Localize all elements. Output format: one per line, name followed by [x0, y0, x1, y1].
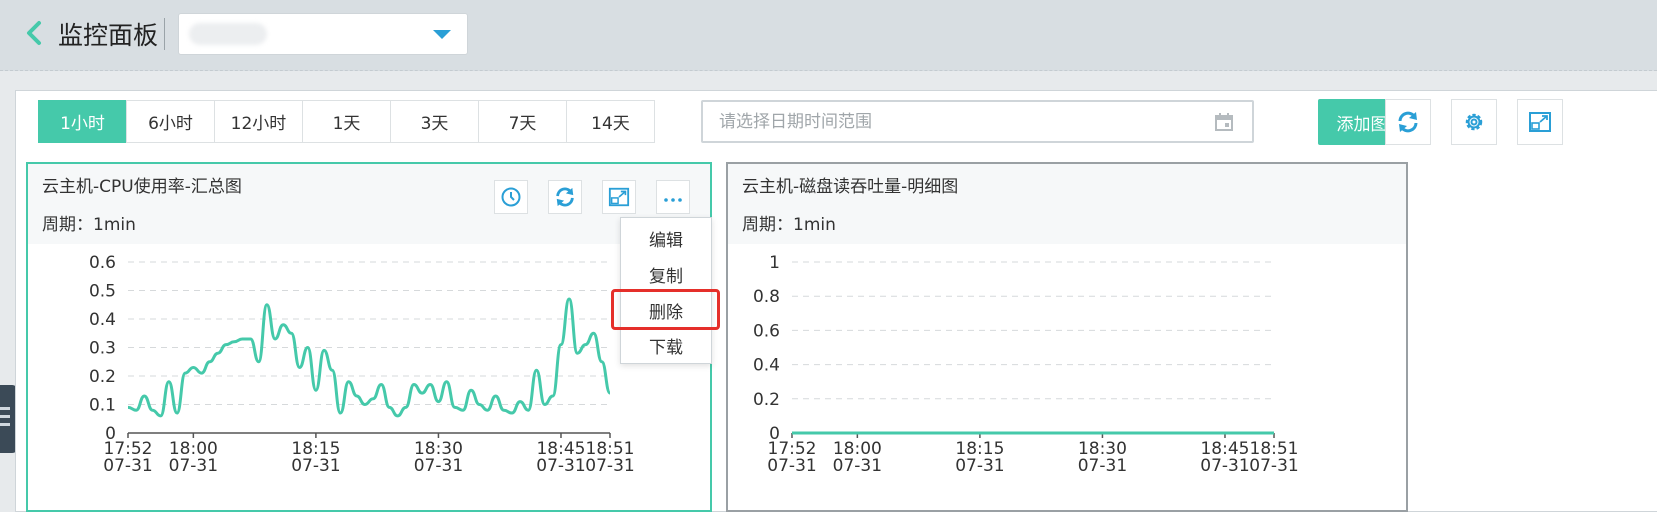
range-12h[interactable]: 12小时 — [214, 100, 303, 143]
y-tick-label: 0.6 — [89, 253, 116, 273]
settings-button[interactable] — [1451, 99, 1497, 145]
time-range-tabs: 1小时 6小时 12小时 1天 3天 7天 14天 — [38, 100, 655, 143]
cpu-usage-chart: 00.10.20.30.40.50.617:5207-3118:0007-311… — [89, 253, 635, 476]
range-14d[interactable]: 14天 — [566, 100, 655, 143]
x-tick-label-date: 07-31 — [169, 456, 218, 476]
range-1d[interactable]: 1天 — [302, 100, 391, 143]
menu-item-copy[interactable]: 复制 — [621, 256, 711, 292]
chart-card-cpu: 云主机-CPU使用率-汇总图 周期：1min 0 0.1 0.2 0.3 0.4… — [26, 162, 712, 512]
x-tick-label-date: 07-31 — [767, 456, 816, 476]
x-tick-label-date: 07-31 — [585, 456, 634, 476]
card-time-button[interactable] — [494, 180, 528, 214]
chevron-down-icon — [433, 30, 451, 39]
gear-icon — [1465, 113, 1483, 131]
more-dots-icon — [664, 198, 682, 202]
clock-icon — [501, 187, 521, 207]
chart-card-disk-read: 云主机-磁盘读吞吐量-明细图 周期：1min 0 0.2 0.4 0.6 0.8 1 17:… — [726, 162, 1408, 512]
date-range-input[interactable] — [717, 110, 1201, 134]
back-arrow-icon[interactable] — [22, 18, 46, 48]
range-3d[interactable]: 3天 — [390, 100, 479, 143]
title-divider — [164, 18, 165, 50]
top-bar: 监控面板 — [0, 0, 1657, 71]
date-range-picker[interactable] — [701, 100, 1254, 143]
series-line — [127, 297, 612, 418]
y-tick-label: 1 — [769, 253, 780, 273]
refresh-all-button[interactable] — [1385, 99, 1431, 145]
disk-read-throughput-chart: 00.20.40.60.8117:5207-3118:0007-3118:150… — [753, 253, 1299, 476]
expand-icon — [1529, 112, 1551, 132]
y-tick-label: 0.8 — [753, 287, 780, 307]
menu-item-edit[interactable]: 编辑 — [621, 220, 711, 256]
refresh-icon — [556, 187, 574, 207]
card-header: 云主机-磁盘读吞吐量-明细图 周期：1min — [728, 164, 1406, 244]
resource-select[interactable] — [178, 13, 468, 55]
range-1h[interactable]: 1小时 — [38, 100, 127, 143]
x-tick-label-date: 07-31 — [291, 456, 340, 476]
x-tick-label-date: 07-31 — [955, 456, 1004, 476]
x-tick-label-date: 07-31 — [1249, 456, 1298, 476]
x-tick-label-date: 07-31 — [536, 456, 585, 476]
y-tick-label: 0.2 — [753, 390, 780, 410]
x-tick-label-date: 07-31 — [1200, 456, 1249, 476]
y-tick-label: 0.4 — [753, 356, 780, 376]
expand-icon — [608, 187, 630, 207]
card-title: 云主机-CPU使用率-汇总图 — [42, 177, 242, 197]
card-expand-button[interactable] — [602, 180, 636, 214]
refresh-icon — [1398, 111, 1418, 133]
range-6h[interactable]: 6小时 — [126, 100, 215, 143]
fullscreen-button[interactable] — [1517, 99, 1563, 145]
card-more-button[interactable] — [656, 180, 690, 214]
menu-item-download[interactable]: 下载 — [621, 327, 711, 363]
card-period: 周期：1min — [42, 215, 136, 235]
x-tick-label-date: 07-31 — [833, 456, 882, 476]
y-tick-label: 0.1 — [89, 396, 116, 416]
calendar-icon — [1215, 113, 1233, 131]
x-tick-label-date: 07-31 — [414, 456, 463, 476]
y-tick-label: 0.6 — [753, 321, 780, 341]
y-tick-label: 0.2 — [89, 367, 116, 387]
page-title: 监控面板 — [58, 21, 159, 50]
card-title: 云主机-磁盘读吞吐量-明细图 — [742, 177, 959, 197]
y-tick-label: 0.4 — [89, 310, 116, 330]
card-period: 周期：1min — [742, 215, 836, 235]
delete-highlight-box — [611, 289, 720, 330]
card-header: 云主机-CPU使用率-汇总图 周期：1min — [28, 164, 710, 244]
y-tick-label: 0.5 — [89, 282, 116, 302]
y-tick-label: 0.3 — [89, 339, 116, 359]
redacted-selected-value — [189, 23, 267, 45]
x-tick-label-date: 07-31 — [1078, 456, 1127, 476]
card-refresh-button[interactable] — [548, 180, 582, 214]
range-7d[interactable]: 7天 — [478, 100, 567, 143]
x-tick-label-date: 07-31 — [103, 456, 152, 476]
